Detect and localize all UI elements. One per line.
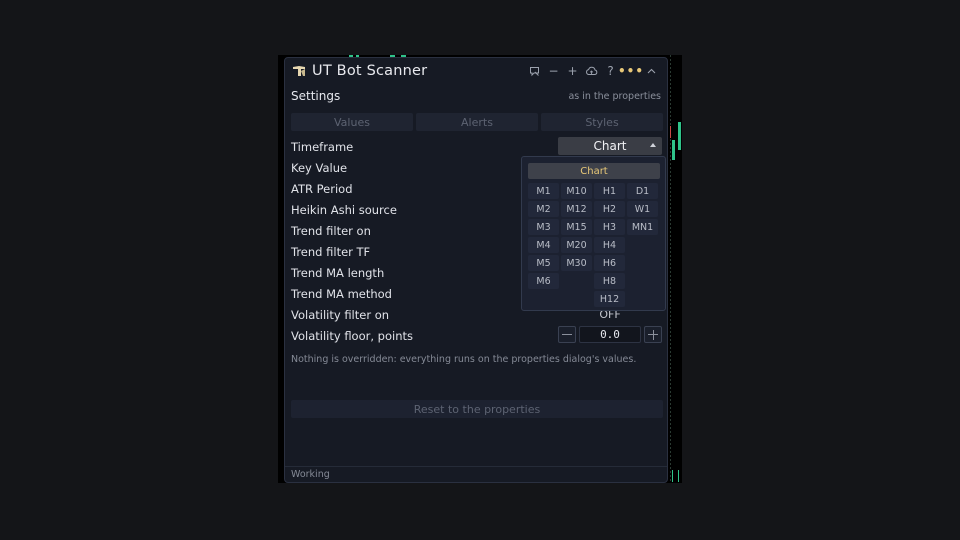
trend-ma-method-label: Trend MA method	[291, 287, 392, 301]
heikin-ashi-source-label: Heikin Ashi source	[291, 203, 397, 217]
timeframe-option[interactable]: M12	[561, 201, 592, 217]
timeframe-option[interactable]: H8	[594, 273, 625, 289]
status-divider	[285, 466, 667, 467]
timeframe-option[interactable]: D1	[627, 183, 658, 199]
timeframe-option[interactable]: M6	[528, 273, 559, 289]
plus-icon[interactable]: +	[563, 61, 582, 81]
atr-period-label: ATR Period	[291, 182, 353, 196]
timeframe-select[interactable]: Chart	[558, 137, 662, 155]
collapse-icon[interactable]	[642, 61, 661, 81]
minimize-icon[interactable]: −	[544, 61, 563, 81]
volatility-floor-input[interactable]: 0.0	[579, 326, 641, 343]
title-bar-controls: − + ? •••	[525, 58, 661, 84]
override-info-text: Nothing is overridden: everything runs o…	[291, 354, 637, 365]
candle	[670, 126, 671, 138]
timeframe-option[interactable]: MN1	[627, 219, 658, 235]
tab-alerts[interactable]: Alerts	[416, 113, 538, 131]
timeframe-option[interactable]: M1	[528, 183, 559, 199]
candle	[678, 122, 681, 150]
timeframe-option[interactable]: M2	[528, 201, 559, 217]
timeframe-option[interactable]: M15	[561, 219, 592, 235]
timeframe-option[interactable]: M5	[528, 255, 559, 271]
candle	[678, 470, 679, 482]
timeframe-label: Timeframe	[291, 140, 354, 154]
candle	[672, 470, 673, 482]
ut-bot-scanner-panel: UT Bot Scanner − + ? ••• Settings as in …	[284, 57, 668, 483]
settings-heading: Settings	[291, 89, 341, 103]
timeframe-option[interactable]: H3	[594, 219, 625, 235]
status-text: Working	[291, 469, 330, 480]
app-logo-icon	[292, 65, 306, 77]
volatility-filter-on-label: Volatility filter on	[291, 308, 390, 322]
timeframe-option[interactable]: W1	[627, 201, 658, 217]
volatility-floor-decrement-button[interactable]	[558, 326, 576, 343]
key-value-label: Key Value	[291, 161, 348, 175]
timeframe-option[interactable]: M3	[528, 219, 559, 235]
caret-up-icon	[650, 143, 656, 147]
timeframe-option[interactable]: M10	[561, 183, 592, 199]
candle	[672, 140, 675, 160]
tab-values[interactable]: Values	[291, 113, 413, 131]
timeframe-option[interactable]: H12	[594, 291, 625, 307]
comment-icon[interactable]	[525, 61, 544, 81]
timeframe-option-chart[interactable]: Chart	[528, 163, 660, 179]
settings-source-note: as in the properties	[568, 91, 661, 102]
volatility-floor-label: Volatility floor, points	[291, 329, 413, 343]
settings-tabs: Values Alerts Styles	[291, 113, 663, 131]
timeframe-option[interactable]: H4	[594, 237, 625, 253]
timeframe-dropdown: Chart M1 M10 H1 D1 M2 M12 H2 W1 M3 M15 H…	[521, 156, 666, 311]
trend-ma-length-label: Trend MA length	[291, 266, 385, 280]
cloud-icon[interactable]	[582, 61, 601, 81]
timeframe-option[interactable]: H2	[594, 201, 625, 217]
timeframe-selected-value: Chart	[593, 139, 627, 153]
timeframe-option[interactable]: M30	[561, 255, 592, 271]
timeframe-option[interactable]: H6	[594, 255, 625, 271]
timeframe-option[interactable]: M20	[561, 237, 592, 253]
reset-to-properties-button[interactable]: Reset to the properties	[291, 400, 663, 418]
tab-styles[interactable]: Styles	[541, 113, 663, 131]
window-title: UT Bot Scanner	[312, 63, 428, 79]
chart-gridline	[670, 55, 671, 483]
trend-filter-tf-label: Trend filter TF	[291, 245, 371, 259]
volatility-floor-increment-button[interactable]	[644, 326, 662, 343]
timeframe-option[interactable]: M4	[528, 237, 559, 253]
trend-filter-on-label: Trend filter on	[291, 224, 371, 238]
timeframe-option[interactable]: H1	[594, 183, 625, 199]
more-icon[interactable]: •••	[618, 61, 643, 81]
title-bar[interactable]: UT Bot Scanner − + ? •••	[285, 58, 667, 84]
